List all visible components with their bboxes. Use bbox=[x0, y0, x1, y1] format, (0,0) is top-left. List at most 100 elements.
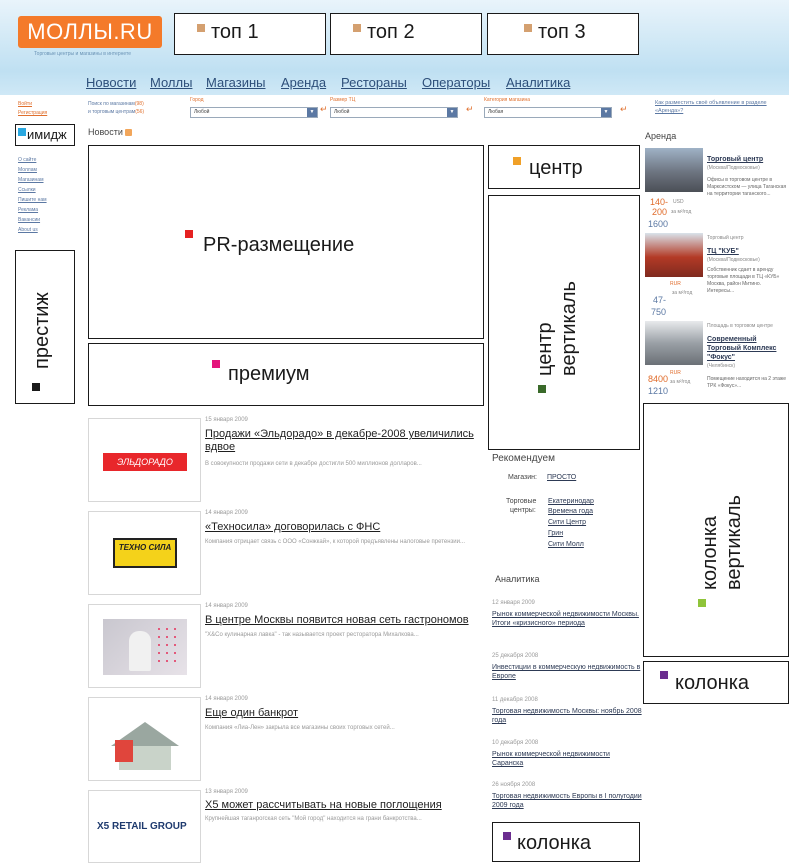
news-title[interactable]: Еще один банкрот bbox=[205, 707, 475, 720]
news-thumb-eldorado[interactable]: ЭЛЬДОРАДО bbox=[88, 418, 201, 502]
marker-pr bbox=[185, 230, 193, 238]
ad-slot-premium[interactable]: премиум bbox=[88, 343, 484, 406]
enter-icon[interactable]: ↵ bbox=[466, 104, 474, 115]
recommend-center-link[interactable]: Сити Центр bbox=[548, 519, 586, 526]
analytics-title[interactable]: Торговая недвижимость Европы в I полугод… bbox=[492, 792, 642, 810]
ad-slot-top2[interactable]: топ 2 bbox=[330, 13, 482, 55]
nav-rent[interactable]: Аренда bbox=[281, 75, 326, 90]
ad-slot-image[interactable]: имидж bbox=[15, 124, 75, 146]
side-link-ads[interactable]: Реклама bbox=[18, 207, 38, 213]
city-select[interactable]: Любой ▼ bbox=[190, 107, 318, 118]
ad-slot-column-vertical-label: колонка вертикаль bbox=[698, 495, 746, 590]
rent-title[interactable]: Торговый центр bbox=[707, 156, 763, 163]
news-date: 14 января 2009 bbox=[205, 510, 248, 516]
analytics-title[interactable]: Рынок коммерческой недвижимости Саранска bbox=[492, 750, 642, 768]
rent-sub: (Челябинск) bbox=[707, 363, 736, 369]
rent-photo-3[interactable] bbox=[645, 321, 703, 365]
news-desc: "X&Co кулинарная лавка" - так называется… bbox=[205, 632, 419, 638]
ad-slot-center-vertical[interactable]: центр вертикаль bbox=[488, 195, 640, 450]
ad-slot-center[interactable]: центр bbox=[488, 145, 640, 189]
label-line-1: центр bbox=[534, 322, 556, 376]
side-link-about-us[interactable]: About us bbox=[18, 227, 38, 233]
nav-malls[interactable]: Моллы bbox=[150, 75, 192, 90]
ad-slot-premium-label: премиум bbox=[228, 363, 310, 385]
recommend-center-link[interactable]: Грин bbox=[548, 530, 563, 537]
analytics-title[interactable]: Рынок коммерческой недвижимости Москвы. … bbox=[492, 610, 642, 628]
rent-desc: Помещение находится на 2 этаже ТРК «Фоку… bbox=[707, 376, 787, 389]
rent-unit: RUR bbox=[670, 370, 681, 376]
marker-column-bottom bbox=[503, 832, 511, 840]
news-date: 15 января 2009 bbox=[205, 417, 248, 423]
label-line-1: колонка bbox=[699, 515, 721, 590]
rent-photo-1[interactable] bbox=[645, 148, 703, 192]
rent-title[interactable]: Современный Торговый Комплекс "Фокус" bbox=[707, 335, 789, 362]
ad-slot-top1[interactable]: топ 1 bbox=[174, 13, 326, 55]
search-label-1-text: Поиск по магазинам bbox=[88, 101, 135, 107]
eldorado-logo: ЭЛЬДОРАДО bbox=[103, 453, 187, 471]
recommend-center-link[interactable]: Времена года bbox=[548, 508, 593, 515]
recommend-centers-label-2: центры: bbox=[510, 507, 536, 514]
news-desc: Компания «Лиа-Лен» закрыла все магазины … bbox=[205, 725, 395, 731]
rent-photo-2[interactable] bbox=[645, 233, 703, 277]
news-thumb-gastronom[interactable] bbox=[88, 604, 201, 688]
news-title[interactable]: «Техносила» договорилась с ФНС bbox=[205, 521, 475, 534]
side-link-about[interactable]: О сайте bbox=[18, 157, 36, 163]
ad-slot-pr-label: PR-размещение bbox=[203, 234, 355, 256]
ad-slot-column-bottom[interactable]: колонка bbox=[492, 822, 640, 862]
news-title[interactable]: В центре Москвы появится новая сеть гаст… bbox=[205, 614, 475, 627]
ad-slot-pr[interactable]: PR-размещение bbox=[88, 145, 484, 339]
rent-ad-link[interactable]: Как разместить своё объявление в разделе… bbox=[655, 99, 785, 115]
site-logo[interactable]: МОЛЛЫ.RU bbox=[18, 16, 162, 48]
side-link-links[interactable]: Ссылки bbox=[18, 187, 36, 193]
news-date: 14 января 2009 bbox=[205, 696, 248, 702]
nav-shops[interactable]: Магазины bbox=[206, 75, 266, 90]
search-count-1: (98) bbox=[134, 101, 144, 107]
recommend-heading: Рекомендуем bbox=[492, 453, 555, 464]
ad-slot-top1-label: топ 1 bbox=[211, 21, 259, 43]
enter-icon[interactable]: ↵ bbox=[320, 104, 328, 115]
recommend-centers-label-1: Торговые bbox=[506, 498, 537, 505]
login-link[interactable]: Войти bbox=[18, 101, 32, 107]
side-link-contact[interactable]: Пишите нам bbox=[18, 197, 47, 203]
marker-column-vertical bbox=[698, 599, 706, 607]
search-label-2: и торговым центрам(56) bbox=[88, 109, 144, 115]
ad-slot-prestige[interactable]: престиж bbox=[15, 250, 75, 404]
recommend-center-link[interactable]: Екатеринодар bbox=[548, 498, 594, 505]
news-thumb-x5[interactable]: X5 RETAIL GROUP bbox=[88, 790, 201, 863]
analytics-date: 11 декабря 2008 bbox=[492, 697, 538, 703]
rent-sub: (Москва/Подмосковье) bbox=[707, 165, 760, 171]
rss-icon[interactable] bbox=[125, 129, 133, 137]
analytics-title[interactable]: Торговая недвижимость Москвы: ноябрь 200… bbox=[492, 707, 642, 725]
marker-image bbox=[18, 128, 26, 136]
news-title[interactable]: X5 может рассчитывать на новые поглощени… bbox=[205, 799, 475, 812]
analytics-date: 25 декабря 2008 bbox=[492, 653, 539, 659]
nav-news[interactable]: Новости bbox=[86, 75, 136, 90]
news-thumb-bankrupt[interactable] bbox=[88, 697, 201, 781]
side-link-malls[interactable]: Моллам bbox=[18, 167, 37, 173]
recommend-center-link[interactable]: Сити Молл bbox=[548, 541, 584, 548]
category-select[interactable]: Любая ▼ bbox=[484, 107, 612, 118]
rent-unit: за м²/год bbox=[672, 290, 693, 296]
marker-premium bbox=[212, 360, 220, 368]
ad-slot-column-bottom-label: колонка bbox=[517, 832, 592, 854]
marker-prestige bbox=[32, 383, 40, 391]
ad-slot-top3[interactable]: топ 3 bbox=[487, 13, 639, 55]
news-thumb-technosila[interactable]: ТЕХНО СИЛА bbox=[88, 511, 201, 595]
side-link-jobs[interactable]: Вакансии bbox=[18, 217, 40, 223]
size-select[interactable]: Любой ▼ bbox=[330, 107, 458, 118]
news-date: 13 января 2009 bbox=[205, 789, 248, 795]
nav-restaurants[interactable]: Рестораны bbox=[341, 75, 407, 90]
register-link[interactable]: Регистрация bbox=[18, 110, 47, 116]
news-title[interactable]: Продажи «Эльдорадо» в декабре-2008 увели… bbox=[205, 428, 475, 454]
nav-operators[interactable]: Операторы bbox=[422, 75, 490, 90]
analytics-title[interactable]: Инвестиции в коммерческую недвижимость в… bbox=[492, 663, 642, 681]
recommend-shop-link[interactable]: ПРОСТО bbox=[547, 474, 576, 481]
ad-slot-column-right[interactable]: колонка bbox=[643, 661, 789, 704]
side-link-shops[interactable]: Магазинам bbox=[18, 177, 44, 183]
rent-title[interactable]: ТЦ "КУБ" bbox=[707, 248, 739, 255]
ad-slot-column-vertical[interactable]: колонка вертикаль bbox=[643, 403, 789, 657]
nav-analytics[interactable]: Аналитика bbox=[506, 75, 570, 90]
ad-slot-prestige-label: престиж bbox=[31, 292, 53, 369]
enter-icon[interactable]: ↵ bbox=[620, 104, 628, 115]
technosila-logo: ТЕХНО СИЛА bbox=[113, 538, 177, 568]
